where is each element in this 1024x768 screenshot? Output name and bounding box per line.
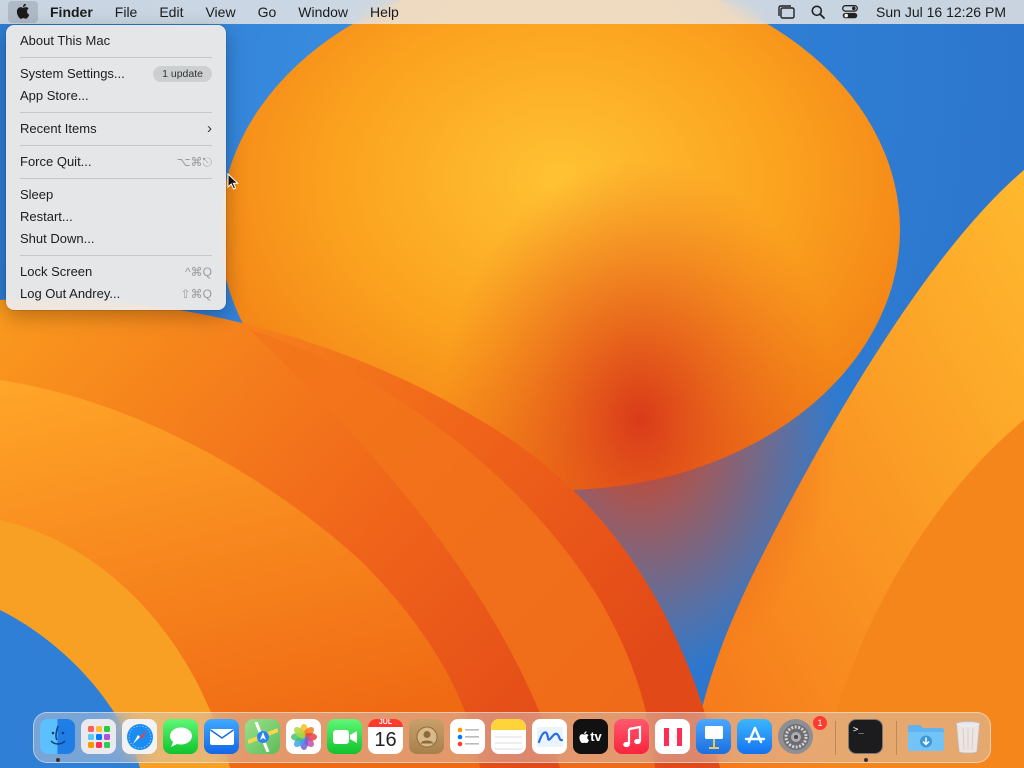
menu-item-shut-down[interactable]: Shut Down... bbox=[6, 228, 226, 250]
apple-logo-icon bbox=[579, 730, 590, 743]
menu-item-label: Lock Screen bbox=[20, 264, 93, 279]
menu-separator bbox=[20, 145, 212, 146]
menu-item-system-settings[interactable]: System Settings... 1 update bbox=[6, 63, 226, 85]
reminders-icon[interactable] bbox=[450, 719, 485, 754]
mouse-pointer-icon bbox=[227, 173, 239, 190]
keyboard-shortcut: ⌥⌘⎋ bbox=[176, 155, 212, 169]
menu-item-label: Recent Items bbox=[20, 121, 97, 136]
calendar-icon[interactable]: JUL 16 bbox=[368, 719, 403, 754]
menu-item-restart[interactable]: Restart... bbox=[6, 206, 226, 228]
launchpad-icon[interactable] bbox=[81, 719, 116, 754]
spotlight-search-icon[interactable] bbox=[802, 0, 834, 24]
apple-tv-icon[interactable]: tv bbox=[573, 719, 608, 754]
dock: JUL 16 tv 1 >_ bbox=[33, 712, 991, 763]
trash-icon[interactable] bbox=[950, 719, 985, 754]
menu-edit[interactable]: Edit bbox=[148, 0, 194, 24]
calendar-month: JUL bbox=[368, 719, 403, 727]
maps-icon[interactable] bbox=[245, 719, 280, 754]
messages-icon[interactable] bbox=[163, 719, 198, 754]
apple-menu-dropdown: About This Mac System Settings... 1 upda… bbox=[6, 25, 226, 310]
calendar-day: 16 bbox=[374, 729, 397, 751]
menu-item-label: Restart... bbox=[20, 209, 73, 224]
contacts-icon[interactable] bbox=[409, 719, 444, 754]
running-indicator bbox=[56, 758, 60, 762]
update-badge: 1 update bbox=[153, 66, 212, 82]
stage-manager-icon[interactable] bbox=[770, 0, 802, 24]
menu-bar: Finder File Edit View Go Window Help Sun… bbox=[0, 0, 1024, 24]
facetime-icon[interactable] bbox=[327, 719, 362, 754]
app-store-icon[interactable] bbox=[737, 719, 772, 754]
apple-logo-icon bbox=[16, 4, 30, 19]
chevron-right-icon: › bbox=[207, 120, 212, 137]
menu-item-force-quit[interactable]: Force Quit... ⌥⌘⎋ bbox=[6, 151, 226, 173]
menu-view[interactable]: View bbox=[194, 0, 246, 24]
menu-go[interactable]: Go bbox=[247, 0, 288, 24]
music-icon[interactable] bbox=[614, 719, 649, 754]
menu-item-label: Force Quit... bbox=[20, 154, 92, 169]
keyboard-shortcut: ^⌘Q bbox=[185, 265, 212, 279]
menu-item-label: Log Out Andrey... bbox=[20, 286, 121, 301]
menu-item-app-store[interactable]: App Store... bbox=[6, 85, 226, 107]
control-center-icon[interactable] bbox=[834, 0, 866, 24]
photos-icon[interactable] bbox=[286, 719, 321, 754]
menu-separator bbox=[20, 178, 212, 179]
menu-help[interactable]: Help bbox=[359, 0, 410, 24]
dock-divider bbox=[896, 721, 897, 755]
menu-item-label: Shut Down... bbox=[20, 231, 95, 246]
menu-item-sleep[interactable]: Sleep bbox=[6, 184, 226, 206]
menu-item-label: App Store... bbox=[20, 88, 89, 103]
menu-app-finder[interactable]: Finder bbox=[38, 0, 104, 24]
finder-icon[interactable] bbox=[40, 719, 75, 754]
menu-item-log-out[interactable]: Log Out Andrey... ⇧⌘Q bbox=[6, 283, 226, 305]
keynote-icon[interactable] bbox=[696, 719, 731, 754]
running-indicator bbox=[864, 758, 868, 762]
menu-item-label: Sleep bbox=[20, 187, 54, 202]
apple-menu-button[interactable] bbox=[8, 1, 38, 23]
menu-item-about-this-mac[interactable]: About This Mac bbox=[6, 30, 226, 52]
terminal-icon[interactable]: >_ bbox=[848, 719, 883, 754]
freeform-icon[interactable] bbox=[532, 719, 567, 754]
notes-icon[interactable] bbox=[491, 719, 526, 754]
tv-label: tv bbox=[590, 729, 602, 744]
downloads-folder-icon[interactable] bbox=[907, 719, 945, 754]
menu-item-label: About This Mac bbox=[20, 33, 111, 48]
notification-badge: 1 bbox=[813, 716, 827, 730]
dock-divider bbox=[835, 721, 836, 755]
news-icon[interactable] bbox=[655, 719, 690, 754]
system-settings-icon[interactable] bbox=[778, 719, 813, 754]
menu-window[interactable]: Window bbox=[287, 0, 359, 24]
menu-separator bbox=[20, 255, 212, 256]
safari-icon[interactable] bbox=[122, 719, 157, 754]
menu-separator bbox=[20, 112, 212, 113]
menu-separator bbox=[20, 57, 212, 58]
menu-item-label: System Settings... bbox=[20, 66, 125, 81]
menu-item-lock-screen[interactable]: Lock Screen ^⌘Q bbox=[6, 261, 226, 283]
menu-item-recent-items[interactable]: Recent Items › bbox=[6, 118, 226, 140]
mail-icon[interactable] bbox=[204, 719, 239, 754]
menu-bar-clock[interactable]: Sun Jul 16 12:26 PM bbox=[866, 4, 1024, 20]
terminal-prompt: >_ bbox=[853, 725, 864, 735]
keyboard-shortcut: ⇧⌘Q bbox=[180, 287, 212, 301]
menu-file[interactable]: File bbox=[104, 0, 149, 24]
